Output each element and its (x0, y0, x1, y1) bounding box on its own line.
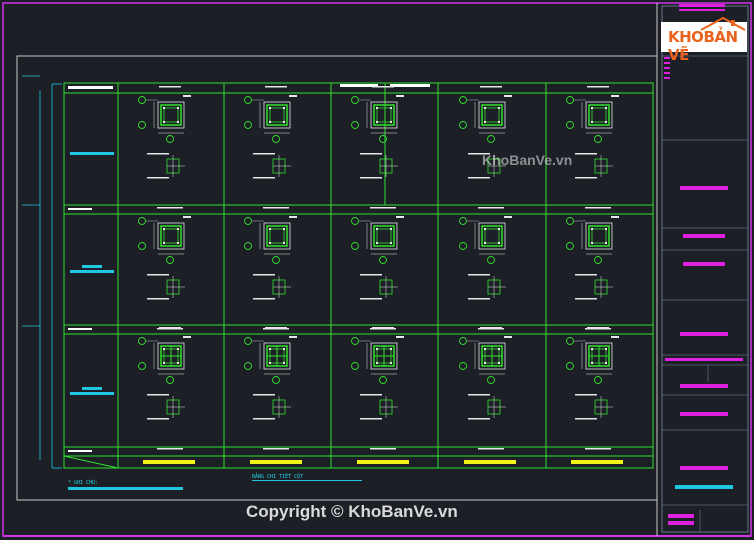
column-section-detail (244, 86, 297, 209)
section-yellow-bars (143, 460, 623, 464)
row-label-2 (70, 270, 114, 273)
drawing-title: BẢNG CHI TIẾT CỘT (252, 474, 304, 480)
note-underline (68, 487, 183, 490)
brand-logo-text: KHOBẢN VẼ (668, 28, 754, 64)
column-section-detail (138, 327, 191, 450)
row-label-1 (70, 152, 114, 155)
column-section-detail (351, 207, 404, 330)
elevation-axis (22, 75, 62, 469)
title-block (661, 4, 749, 533)
header-bar (390, 84, 430, 87)
inner-border (16, 55, 658, 501)
column-section-detail (566, 207, 619, 330)
header-label (68, 86, 113, 89)
column-section-detail (351, 327, 404, 450)
column-section-detail (459, 207, 512, 330)
column-section-detail (459, 327, 512, 450)
logo-part-1: KHO (668, 28, 704, 46)
copyright-text: Copyright © KhoBanVe.vn (246, 502, 458, 521)
column-section-detail (566, 86, 619, 209)
row-label-3 (70, 392, 114, 395)
column-section-detail (244, 207, 297, 330)
column-section-detail (566, 327, 619, 450)
column-section-detail (351, 86, 404, 209)
column-section-cells (138, 86, 619, 450)
watermark: KhoBanVe.vn (482, 152, 573, 168)
note-label: * GHI CHÚ: (68, 480, 99, 486)
column-section-detail (138, 207, 191, 330)
column-section-detail (244, 327, 297, 450)
column-section-detail (138, 86, 191, 209)
column-section-detail (459, 86, 512, 209)
cad-drawing-canvas[interactable] (0, 0, 754, 540)
